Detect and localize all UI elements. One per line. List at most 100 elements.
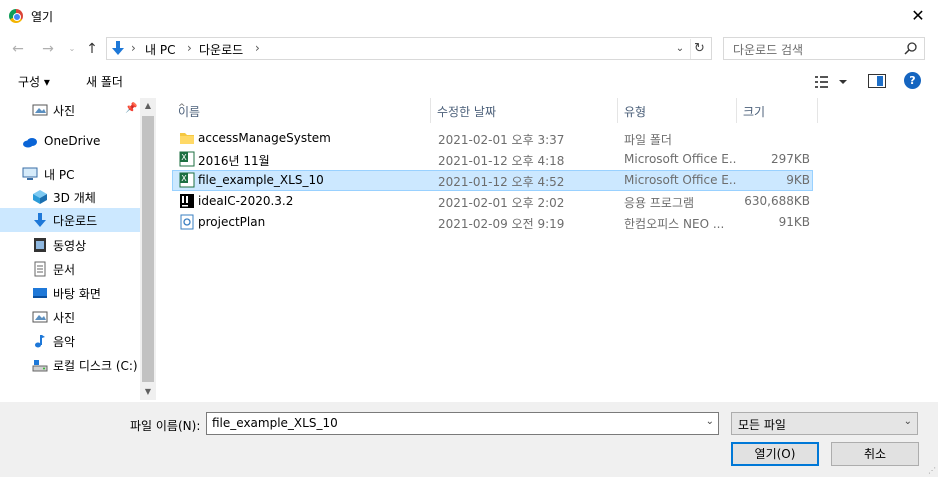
organize-button[interactable]: 구성 ▾	[18, 73, 50, 90]
toolbar: 구성 ▾ 새 폴더 ?	[0, 68, 938, 96]
chevron-down-icon[interactable]: ⌄	[706, 416, 714, 427]
sidebar-item-label: 로컬 디스크 (C:)	[53, 359, 138, 373]
file-name: projectPlan	[198, 215, 266, 229]
pin-icon[interactable]: 📌	[125, 103, 137, 114]
sidebar-item-label: 동영상	[53, 239, 87, 253]
window-title: 열기	[31, 10, 54, 24]
sidebar-item-local-disk[interactable]: 로컬 디스크 (C:)	[0, 353, 140, 377]
sidebar-item-my-pc[interactable]: 내 PC	[0, 162, 140, 186]
file-size: 630,688KB	[744, 194, 810, 208]
up-arrow-icon[interactable]: ↑	[82, 39, 102, 59]
navigation-bar: ← → ⌄ ↑ › 내 PC › 다운로드 › ⌄ ↻ 다운로드 검색	[0, 36, 938, 62]
cancel-button[interactable]: 취소	[831, 442, 919, 466]
file-type: 응용 프로그램	[624, 196, 695, 210]
sidebar-item-videos[interactable]: 동영상	[0, 233, 140, 257]
file-type: Microsoft Office E...	[624, 152, 736, 166]
column-header-date[interactable]: 수정한 날짜	[431, 98, 618, 123]
sidebar-item-label: 사진	[53, 311, 76, 325]
file-type: Microsoft Office E...	[624, 173, 736, 187]
change-view-icon[interactable]	[812, 72, 850, 92]
svg-text:X: X	[181, 174, 187, 183]
music-icon	[35, 335, 45, 348]
filename-input[interactable]: file_example_XLS_10 ⌄	[206, 412, 719, 435]
help-icon[interactable]: ?	[904, 72, 921, 89]
sidebar-item-documents[interactable]: 문서	[0, 257, 140, 281]
file-row[interactable]: X file_example_XLS_10 2021-01-12 오후 4:52…	[172, 170, 813, 191]
footer-panel: 파일 이름(N): file_example_XLS_10 ⌄ 모든 파일 ⌄ …	[0, 402, 938, 477]
breadcrumb-item-downloads[interactable]: 다운로드	[199, 41, 243, 58]
file-size: 91KB	[778, 215, 810, 229]
column-header-label: 이름	[178, 105, 201, 119]
column-header-label: 유형	[624, 105, 647, 119]
sidebar-item-pictures-quick[interactable]: 사진 📌	[0, 98, 140, 122]
chevron-down-icon: ⌄	[903, 416, 912, 427]
file-name: accessManageSystem	[198, 131, 331, 145]
address-bar[interactable]: › 내 PC › 다운로드 › ⌄ ↻	[106, 37, 712, 60]
download-icon	[34, 213, 46, 227]
file-row[interactable]: X 2016년 11월 2021-01-12 오후 4:18 Microsoft…	[172, 149, 813, 170]
filetype-select[interactable]: 모든 파일 ⌄	[731, 412, 918, 435]
recent-locations-chevron-icon[interactable]: ⌄	[62, 39, 82, 59]
refresh-icon[interactable]: ↻	[690, 39, 708, 59]
sidebar-item-label: 다운로드	[53, 214, 98, 228]
onedrive-icon	[23, 138, 37, 148]
filename-value: file_example_XLS_10	[212, 416, 338, 430]
breadcrumb-item-my-pc[interactable]: 내 PC	[145, 41, 175, 58]
breadcrumb-separator-icon: ›	[131, 41, 136, 55]
file-date: 2021-02-01 오후 2:02	[438, 196, 565, 210]
column-header-label: 수정한 날짜	[437, 105, 497, 119]
search-placeholder: 다운로드 검색	[733, 43, 804, 57]
column-header-type[interactable]: 유형	[618, 98, 737, 123]
preview-pane-icon[interactable]	[868, 74, 886, 88]
file-row[interactable]: projectPlan 2021-02-09 오전 9:19 한컴오피스 NEO…	[172, 212, 813, 233]
column-header-label: 크기	[743, 105, 766, 119]
scroll-up-icon[interactable]: ▲	[140, 98, 156, 114]
hwp-icon	[180, 214, 194, 230]
folder-icon	[180, 133, 194, 144]
pc-icon	[22, 167, 38, 180]
sidebar-item-music[interactable]: 음악	[0, 329, 140, 353]
sidebar-item-3d-objects[interactable]: 3D 개체	[0, 185, 140, 209]
resize-grip-icon[interactable]: ⋰	[928, 466, 936, 475]
address-dropdown-icon[interactable]: ⌄	[673, 40, 687, 58]
excel-icon: X	[179, 151, 195, 167]
sidebar-item-label: OneDrive	[44, 134, 101, 148]
scrollbar-thumb[interactable]	[142, 116, 154, 382]
breadcrumb-separator-icon: ›	[187, 41, 192, 55]
close-button[interactable]: ✕	[906, 5, 930, 27]
svg-text:X: X	[181, 153, 187, 162]
file-list: ^ 이름 수정한 날짜 유형 크기 accessManageSystem 202…	[172, 98, 938, 400]
title-bar: 열기 ✕	[0, 0, 938, 32]
new-folder-button[interactable]: 새 폴더	[86, 73, 123, 90]
file-type: 파일 폴더	[624, 133, 672, 147]
desktop-icon	[33, 288, 47, 298]
sidebar-scrollbar[interactable]: ▲ ▼	[140, 98, 156, 400]
document-icon	[34, 261, 46, 277]
filename-label: 파일 이름(N):	[130, 419, 201, 433]
search-icon	[904, 42, 917, 55]
file-row[interactable]: accessManageSystem 2021-02-01 오후 3:37 파일…	[172, 128, 813, 149]
video-icon	[34, 238, 46, 252]
sidebar-item-downloads[interactable]: 다운로드	[0, 208, 140, 232]
scroll-down-icon[interactable]: ▼	[140, 384, 156, 400]
forward-arrow-icon[interactable]: →	[38, 39, 58, 59]
sidebar-item-onedrive[interactable]: OneDrive	[0, 130, 140, 154]
file-name: file_example_XLS_10	[198, 173, 324, 187]
pictures-icon	[32, 311, 48, 323]
file-date: 2021-01-12 오후 4:18	[438, 154, 565, 168]
column-header-name[interactable]: ^ 이름	[172, 98, 431, 123]
sidebar-item-label: 3D 개체	[53, 191, 96, 205]
navigation-pane: 사진 📌 OneDrive 내 PC 3D 개체 다운로드 동영상 문서 바탕 …	[0, 98, 156, 400]
sidebar-item-pictures[interactable]: 사진	[0, 305, 140, 329]
file-row[interactable]: ideaIC-2020.3.2 2021-02-01 오후 2:02 응용 프로…	[172, 191, 813, 212]
sidebar-item-desktop[interactable]: 바탕 화면	[0, 281, 140, 305]
3d-objects-icon	[33, 190, 47, 204]
open-button[interactable]: 열기(O)	[731, 442, 819, 466]
filetype-value: 모든 파일	[738, 418, 786, 432]
file-size: 297KB	[770, 152, 810, 166]
sidebar-item-label: 내 PC	[44, 168, 75, 182]
back-arrow-icon[interactable]: ←	[8, 39, 28, 59]
search-input[interactable]: 다운로드 검색	[723, 37, 925, 60]
column-header-size[interactable]: 크기	[737, 98, 818, 123]
excel-icon: X	[179, 172, 195, 188]
